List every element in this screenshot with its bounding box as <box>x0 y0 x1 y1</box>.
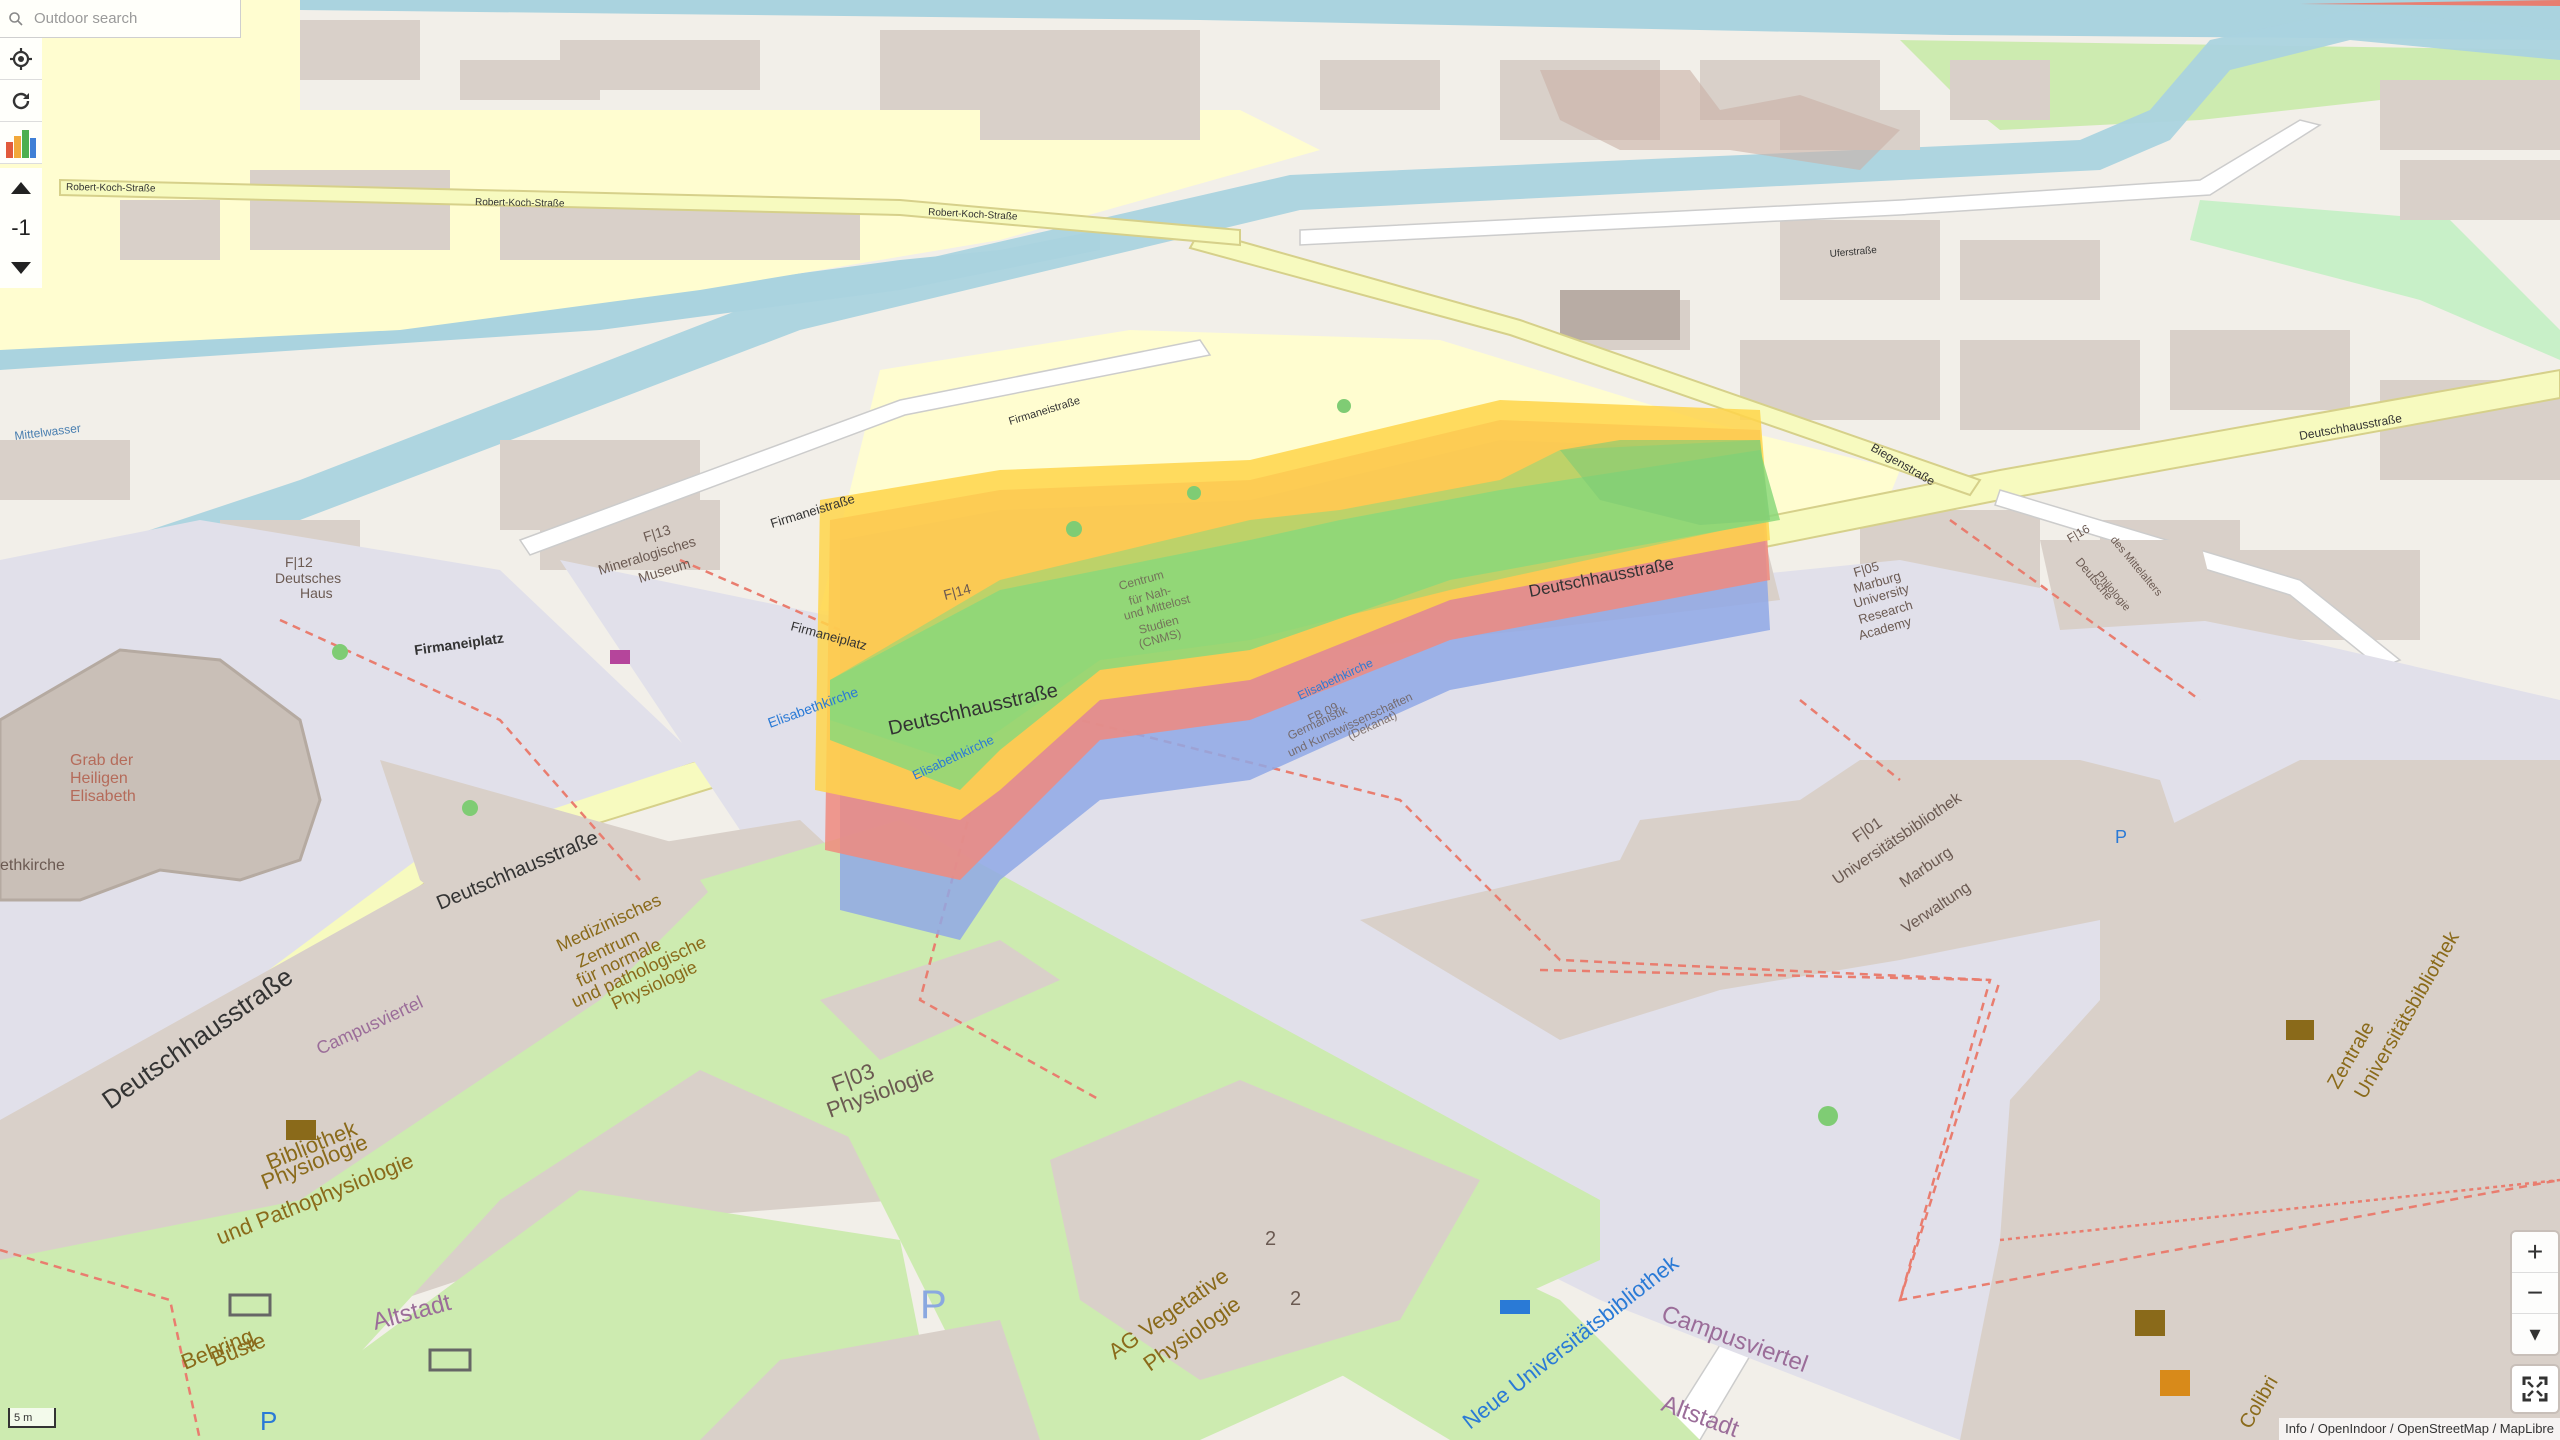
parking-icon: P <box>920 1283 947 1327</box>
zoom-controls: + − ▾ <box>2512 1232 2558 1354</box>
bicycle-parking-icon-2: P <box>260 1406 277 1436</box>
zoom-out-button[interactable]: − <box>2512 1273 2558 1314</box>
triangle-down-icon <box>11 262 31 274</box>
level-down-button[interactable] <box>0 248 42 288</box>
label-ethkirche: ethkirche <box>0 857 65 874</box>
label-robert-koch-1: Robert-Koch-Straße <box>66 182 156 195</box>
attribution[interactable]: Info / OpenIndoor / OpenStreetMap / MapL… <box>2279 1418 2560 1440</box>
label-f112b: Deutsches <box>275 570 341 586</box>
bicycle-icon <box>1500 1300 1530 1314</box>
label-f112c: Haus <box>300 585 333 601</box>
level-selector: -1 <box>0 168 42 288</box>
reload-button[interactable] <box>0 80 42 122</box>
search-icon <box>9 11 23 26</box>
current-level: -1 <box>11 215 31 240</box>
label-grab-3: Elisabeth <box>70 788 136 805</box>
outdoor-search-box[interactable] <box>0 0 241 38</box>
locate-button[interactable] <box>0 38 42 80</box>
label-grab-1: Grab der <box>70 752 134 769</box>
level-up-button[interactable] <box>0 168 42 208</box>
layers-button[interactable] <box>0 122 42 164</box>
outdoor-search-input[interactable] <box>32 9 236 28</box>
label-grab-2: Heiligen <box>70 770 128 787</box>
scale-bar: 5 m <box>8 1408 56 1428</box>
library-icon-2 <box>2286 1020 2314 1040</box>
chart-icon <box>6 129 36 158</box>
bicycle-parking-icon: P <box>2115 827 2127 847</box>
refresh-icon <box>12 92 30 109</box>
map-canvas[interactable]: Deutschhausstraße Deutschhausstraße Deut… <box>0 0 2560 1440</box>
building-dark <box>1560 290 1680 340</box>
triangle-up-icon <box>11 182 31 194</box>
compass-button[interactable]: ▾ <box>2512 1314 2558 1354</box>
label-num-1: 2 <box>1265 1228 1276 1250</box>
label-num-2: 2 <box>1290 1288 1301 1310</box>
fullscreen-icon <box>2522 1376 2548 1402</box>
label-robert-koch-2: Robert-Koch-Straße <box>475 197 565 210</box>
cafe-icon <box>2160 1370 2190 1396</box>
library-icon <box>286 1120 316 1140</box>
left-toolbar: -1 <box>0 38 42 288</box>
label-f112: F|12 <box>285 554 313 570</box>
restaurant-icon <box>2135 1310 2165 1336</box>
crosshair-icon <box>10 47 32 70</box>
zoom-in-button[interactable]: + <box>2512 1232 2558 1273</box>
fullscreen-button[interactable] <box>2512 1366 2558 1412</box>
square-icon <box>610 650 630 664</box>
